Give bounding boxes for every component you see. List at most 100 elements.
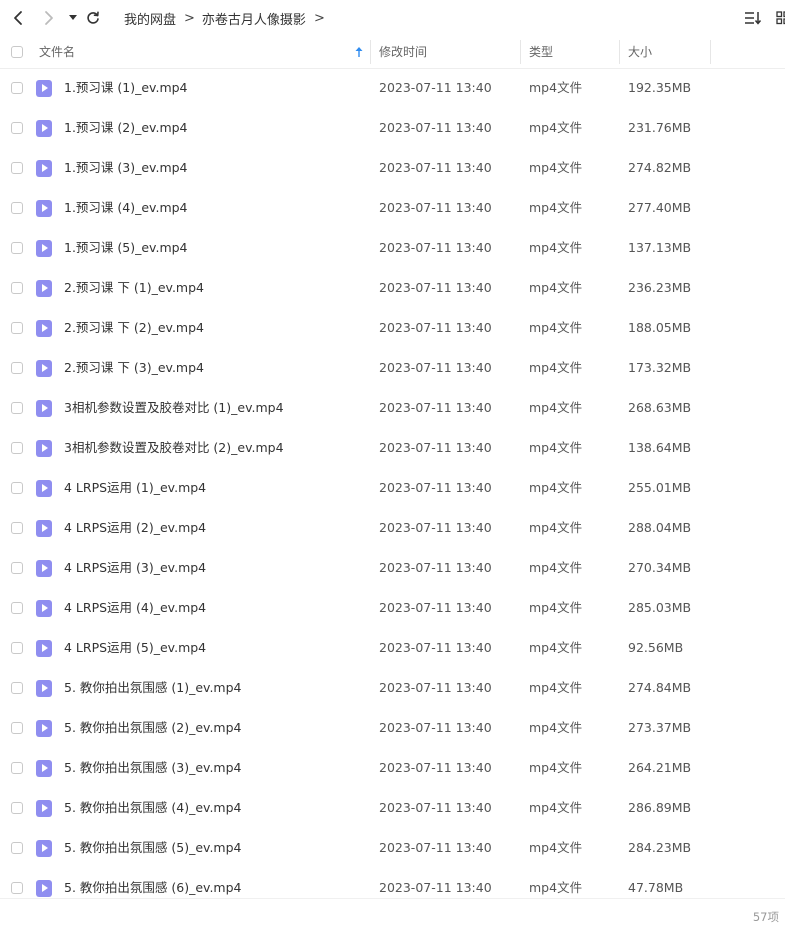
file-size: 138.64MB [628, 440, 692, 455]
row-checkbox[interactable] [11, 642, 23, 654]
row-checkbox[interactable] [11, 882, 23, 894]
table-row[interactable]: 4 LRPS运用 (5)_ev.mp4 2023-07-11 13:40 mp4文件… [0, 628, 785, 668]
column-header-size[interactable]: 大小 [628, 36, 652, 68]
row-checkbox[interactable] [11, 282, 23, 294]
table-row[interactable]: 3相机参数设置及胶卷对比 (2)_ev.mp4 2023-07-11 13:40 m… [0, 428, 785, 468]
file-type: mp4文件 [529, 80, 583, 95]
file-type: mp4文件 [529, 800, 583, 815]
file-name[interactable]: 1.预习课 (1)_ev.mp4 [64, 68, 188, 108]
select-all-checkbox[interactable] [11, 46, 23, 58]
table-row[interactable]: 2.预习课 下 (3)_ev.mp4 2023-07-11 13:40 mp4文件 1… [0, 348, 785, 388]
breadcrumb-separator-icon: > [184, 11, 195, 26]
file-size: 236.23MB [628, 280, 692, 295]
row-checkbox[interactable] [11, 402, 23, 414]
file-name[interactable]: 2.预习课 下 (3)_ev.mp4 [64, 348, 204, 388]
column-header-modified[interactable]: 修改时间 [379, 36, 427, 68]
table-row[interactable]: 5. 教你拍出氛围感 (3)_ev.mp4 2023-07-11 13:40 mp4… [0, 748, 785, 788]
row-checkbox[interactable] [11, 482, 23, 494]
table-row[interactable]: 5. 教你拍出氛围感 (4)_ev.mp4 2023-07-11 13:40 mp4… [0, 788, 785, 828]
row-checkbox[interactable] [11, 442, 23, 454]
table-row[interactable]: 5. 教你拍出氛围感 (2)_ev.mp4 2023-07-11 13:40 mp4… [0, 708, 785, 748]
file-modified: 2023-07-11 13:40 [379, 200, 492, 215]
file-size: 188.05MB [628, 320, 692, 335]
sort-menu-button[interactable] [743, 8, 763, 28]
breadcrumb-item-folder[interactable]: 亦卷古月人像摄影 [202, 9, 306, 28]
table-row[interactable]: 4 LRPS运用 (1)_ev.mp4 2023-07-11 13:40 mp4文件… [0, 468, 785, 508]
row-checkbox[interactable] [11, 122, 23, 134]
file-name[interactable]: 3相机参数设置及胶卷对比 (2)_ev.mp4 [64, 428, 284, 468]
chevron-right-icon [45, 11, 53, 25]
chevron-left-icon [14, 11, 22, 25]
table-row[interactable]: 4 LRPS运用 (2)_ev.mp4 2023-07-11 13:40 mp4文件… [0, 508, 785, 548]
file-size: 270.34MB [628, 560, 692, 575]
file-type: mp4文件 [529, 640, 583, 655]
row-checkbox[interactable] [11, 322, 23, 334]
column-header-type[interactable]: 类型 [529, 36, 553, 68]
file-name[interactable]: 1.预习课 (3)_ev.mp4 [64, 148, 188, 188]
file-name[interactable]: 5. 教你拍出氛围感 (4)_ev.mp4 [64, 788, 242, 828]
column-header-name[interactable]: 文件名 [39, 36, 75, 68]
row-checkbox[interactable] [11, 682, 23, 694]
table-row[interactable]: 5. 教你拍出氛围感 (5)_ev.mp4 2023-07-11 13:40 mp4… [0, 828, 785, 868]
file-modified: 2023-07-11 13:40 [379, 720, 492, 735]
video-file-icon [36, 400, 52, 417]
file-name[interactable]: 4 LRPS运用 (3)_ev.mp4 [64, 548, 206, 588]
file-name[interactable]: 5. 教你拍出氛围感 (3)_ev.mp4 [64, 748, 242, 788]
file-name[interactable]: 1.预习课 (2)_ev.mp4 [64, 108, 188, 148]
file-name[interactable]: 5. 教你拍出氛围感 (2)_ev.mp4 [64, 708, 242, 748]
row-checkbox[interactable] [11, 562, 23, 574]
file-name[interactable]: 4 LRPS运用 (4)_ev.mp4 [64, 588, 206, 628]
file-name[interactable]: 3相机参数设置及胶卷对比 (1)_ev.mp4 [64, 388, 284, 428]
column-divider[interactable] [370, 40, 371, 64]
column-divider[interactable] [619, 40, 620, 64]
table-row[interactable]: 5. 教你拍出氛围感 (1)_ev.mp4 2023-07-11 13:40 mp4… [0, 668, 785, 708]
file-name[interactable]: 1.预习课 (5)_ev.mp4 [64, 228, 188, 268]
file-name[interactable]: 5. 教你拍出氛围感 (5)_ev.mp4 [64, 828, 242, 868]
table-row[interactable]: 2.预习课 下 (2)_ev.mp4 2023-07-11 13:40 mp4文件 1… [0, 308, 785, 348]
row-checkbox[interactable] [11, 162, 23, 174]
file-name[interactable]: 2.预习课 下 (1)_ev.mp4 [64, 268, 204, 308]
table-row[interactable]: 2.预习课 下 (1)_ev.mp4 2023-07-11 13:40 mp4文件 2… [0, 268, 785, 308]
column-divider[interactable] [710, 40, 711, 64]
file-type: mp4文件 [529, 120, 583, 135]
table-row[interactable]: 1.预习课 (4)_ev.mp4 2023-07-11 13:40 mp4文件 277… [0, 188, 785, 228]
table-row[interactable]: 3相机参数设置及胶卷对比 (1)_ev.mp4 2023-07-11 13:40 m… [0, 388, 785, 428]
row-checkbox[interactable] [11, 362, 23, 374]
table-row[interactable]: 4 LRPS运用 (4)_ev.mp4 2023-07-11 13:40 mp4文件… [0, 588, 785, 628]
row-checkbox[interactable] [11, 242, 23, 254]
row-checkbox[interactable] [11, 82, 23, 94]
file-modified: 2023-07-11 13:40 [379, 360, 492, 375]
row-checkbox[interactable] [11, 202, 23, 214]
back-button[interactable] [7, 6, 29, 30]
row-checkbox[interactable] [11, 762, 23, 774]
file-modified: 2023-07-11 13:40 [379, 120, 492, 135]
view-toggle-button[interactable] [772, 8, 785, 28]
table-row[interactable]: 1.预习课 (5)_ev.mp4 2023-07-11 13:40 mp4文件 137… [0, 228, 785, 268]
file-type: mp4文件 [529, 480, 583, 495]
sort-ascending-icon[interactable] [354, 46, 364, 58]
file-name[interactable]: 4 LRPS运用 (1)_ev.mp4 [64, 468, 206, 508]
column-divider[interactable] [520, 40, 521, 64]
table-row[interactable]: 1.预习课 (1)_ev.mp4 2023-07-11 13:40 mp4文件 192… [0, 68, 785, 108]
breadcrumb-separator-icon: > [313, 11, 325, 26]
row-checkbox[interactable] [11, 602, 23, 614]
history-dropdown-button[interactable] [62, 6, 84, 30]
row-checkbox[interactable] [11, 802, 23, 814]
table-row[interactable]: 4 LRPS运用 (3)_ev.mp4 2023-07-11 13:40 mp4文件… [0, 548, 785, 588]
file-type: mp4文件 [529, 320, 583, 335]
table-row[interactable]: 1.预习课 (3)_ev.mp4 2023-07-11 13:40 mp4文件 274… [0, 148, 785, 188]
file-name[interactable]: 2.预习课 下 (2)_ev.mp4 [64, 308, 204, 348]
forward-button[interactable] [38, 6, 60, 30]
file-modified: 2023-07-11 13:40 [379, 320, 492, 335]
file-name[interactable]: 1.预习课 (4)_ev.mp4 [64, 188, 188, 228]
row-checkbox[interactable] [11, 522, 23, 534]
file-type: mp4文件 [529, 280, 583, 295]
row-checkbox[interactable] [11, 722, 23, 734]
table-row[interactable]: 1.预习课 (2)_ev.mp4 2023-07-11 13:40 mp4文件 231… [0, 108, 785, 148]
row-checkbox[interactable] [11, 842, 23, 854]
file-name[interactable]: 4 LRPS运用 (5)_ev.mp4 [64, 628, 206, 668]
file-name[interactable]: 4 LRPS运用 (2)_ev.mp4 [64, 508, 206, 548]
breadcrumb-item-root[interactable]: 我的网盘 [124, 9, 176, 28]
refresh-button[interactable] [82, 6, 104, 30]
file-name[interactable]: 5. 教你拍出氛围感 (1)_ev.mp4 [64, 668, 242, 708]
